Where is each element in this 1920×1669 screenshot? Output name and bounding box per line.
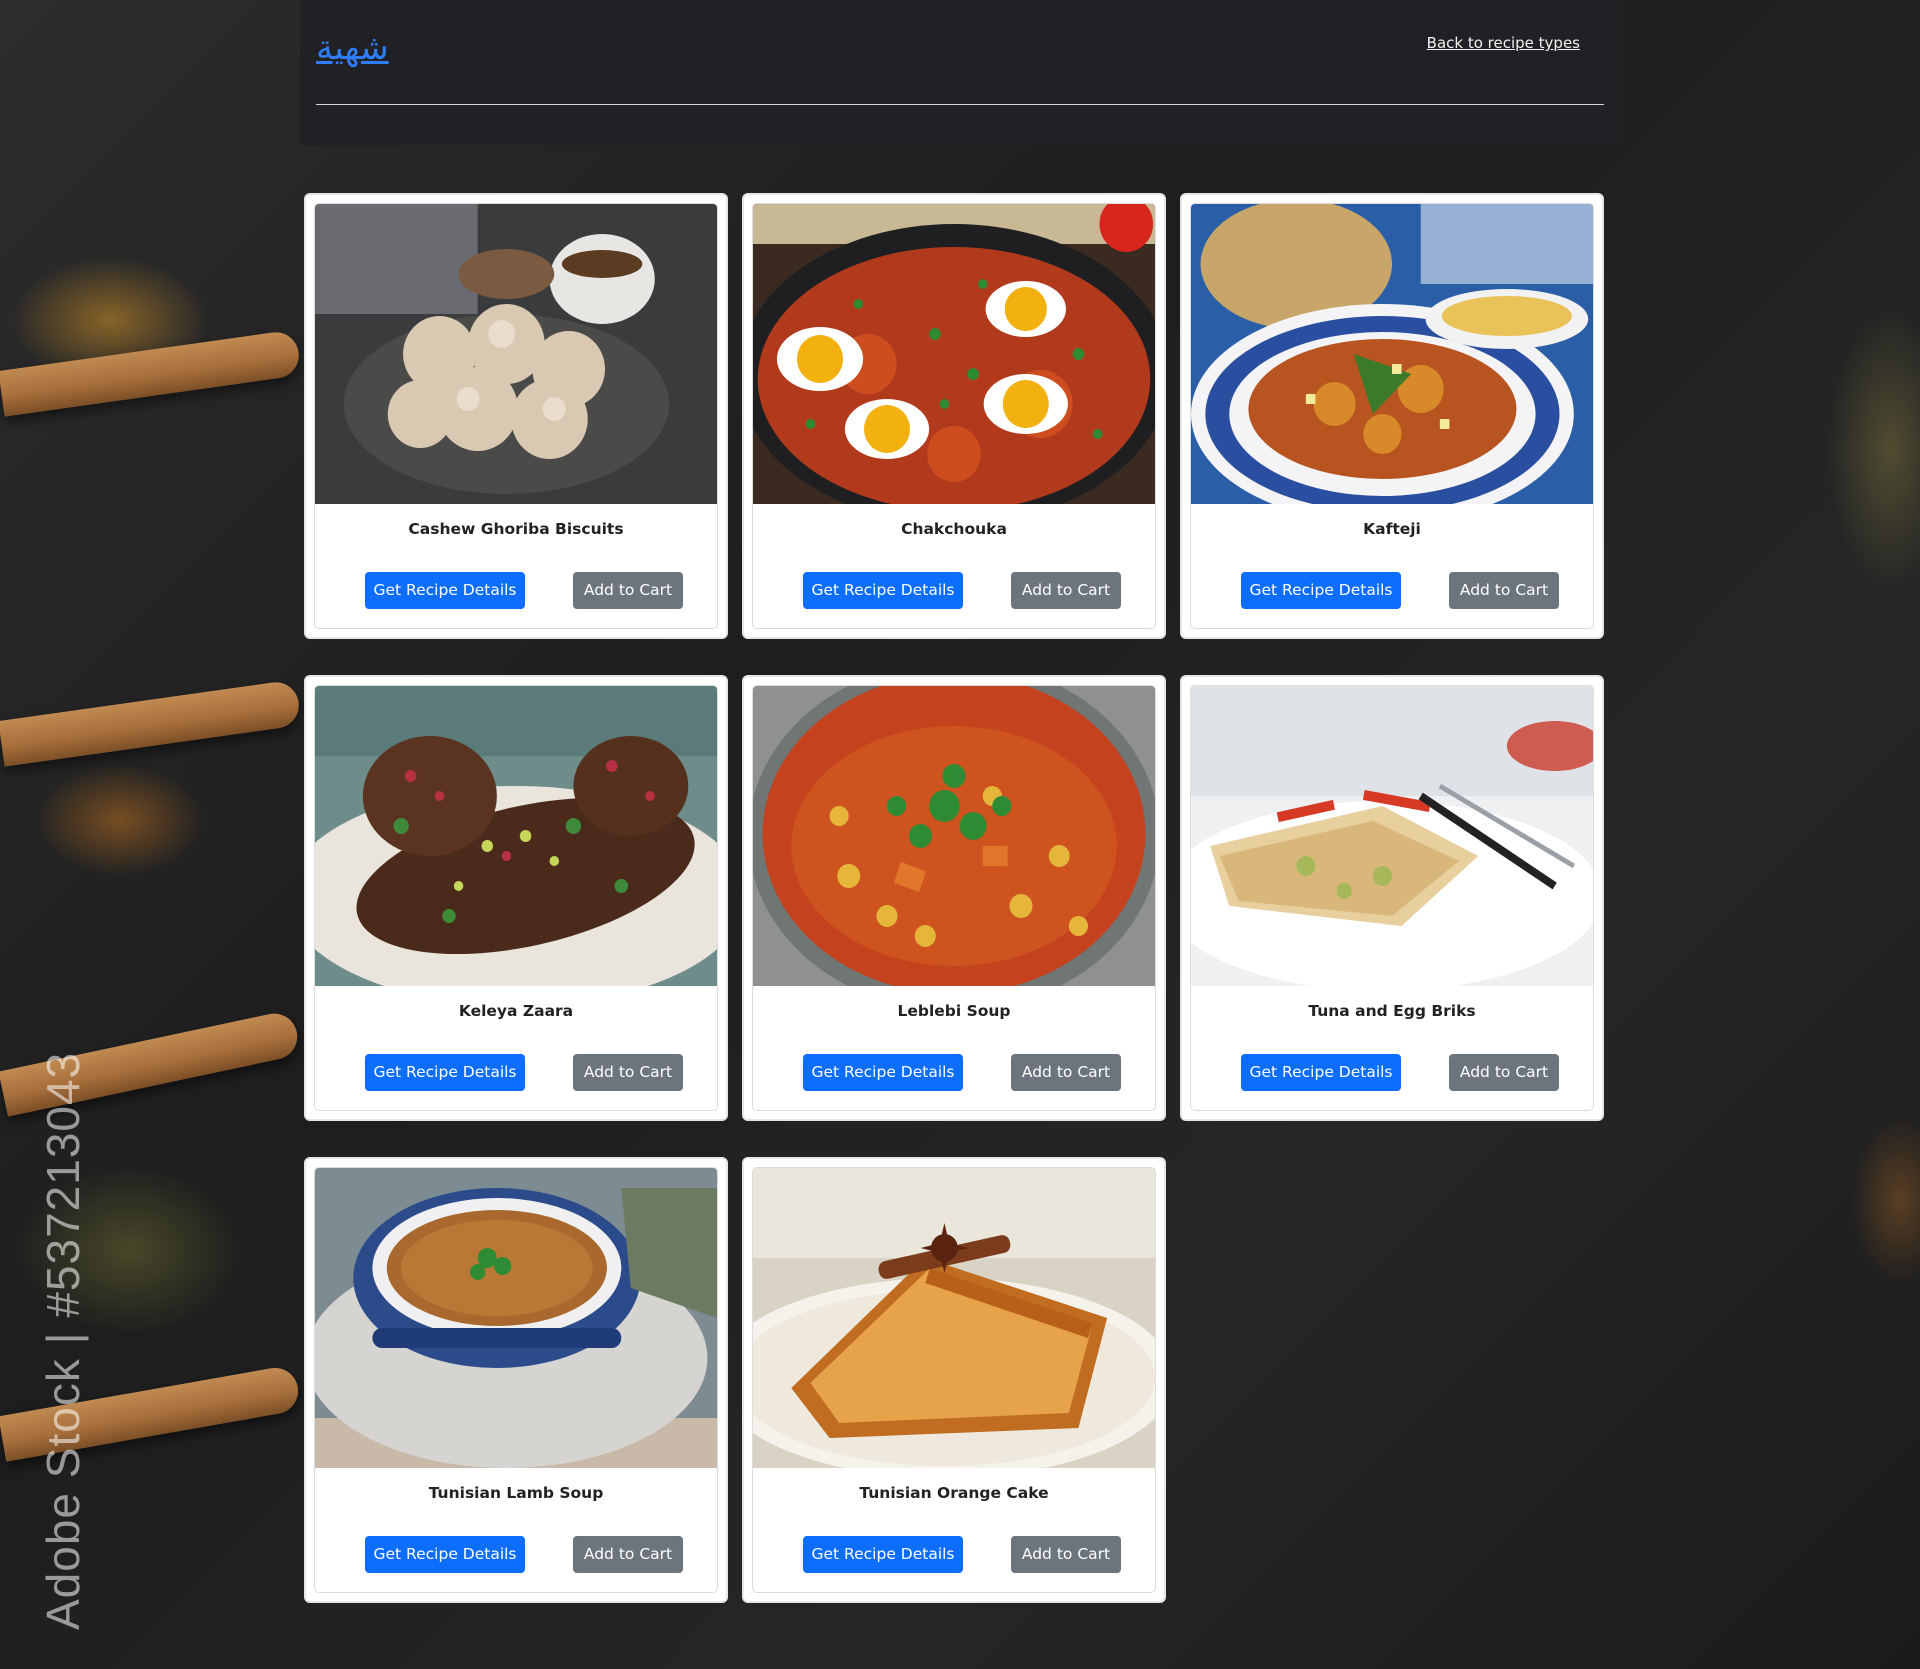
recipe-title: Kafteji — [1363, 520, 1421, 538]
recipe-card-body: Chakchouka Get Recipe Details Add to Car… — [752, 203, 1156, 629]
get-recipe-details-button[interactable]: Get Recipe Details — [365, 572, 525, 609]
recipe-title: Tuna and Egg Briks — [1308, 1002, 1476, 1020]
recipe-card-body: Cashew Ghoriba Biscuits Get Recipe Detai… — [314, 203, 718, 629]
recipe-card: Tunisian Orange Cake Get Recipe Details … — [742, 1157, 1166, 1603]
recipe-title: Leblebi Soup — [897, 1002, 1011, 1020]
recipe-card-body: Keleya Zaara Get Recipe Details Add to C… — [314, 685, 718, 1111]
recipe-title: Keleya Zaara — [458, 1002, 574, 1020]
header-divider — [316, 104, 1604, 105]
add-to-cart-button[interactable]: Add to Cart — [573, 572, 683, 609]
recipe-card: Cashew Ghoriba Biscuits Get Recipe Detai… — [304, 193, 728, 639]
recipe-card: Keleya Zaara Get Recipe Details Add to C… — [304, 675, 728, 1121]
recipe-card-body: Tuna and Egg Briks Get Recipe Details Ad… — [1190, 685, 1594, 1111]
add-to-cart-button[interactable]: Add to Cart — [1011, 572, 1121, 609]
recipe-image — [315, 686, 717, 986]
recipe-image — [1191, 686, 1593, 986]
recipe-image — [753, 686, 1155, 986]
recipe-image — [1191, 204, 1593, 504]
site-header: شهية Back to recipe types — [300, 0, 1620, 145]
recipe-card: Tuna and Egg Briks Get Recipe Details Ad… — [1180, 675, 1604, 1121]
get-recipe-details-button[interactable]: Get Recipe Details — [1241, 572, 1401, 609]
recipe-title: Tunisian Orange Cake — [859, 1484, 1049, 1502]
add-to-cart-button[interactable]: Add to Cart — [573, 1536, 683, 1573]
wooden-spoon-decoration — [0, 329, 302, 417]
recipe-card-body: Tunisian Lamb Soup Get Recipe Details Ad… — [314, 1167, 718, 1593]
recipe-image — [315, 204, 717, 504]
recipe-card: Kafteji Get Recipe Details Add to Cart — [1180, 193, 1604, 639]
add-to-cart-button[interactable]: Add to Cart — [1449, 572, 1559, 609]
brand-home-link[interactable]: شهية — [316, 28, 389, 68]
recipe-title: Chakchouka — [901, 520, 1007, 538]
stock-watermark: Adobe Stock | #537213043 — [37, 1051, 89, 1630]
add-to-cart-button[interactable]: Add to Cart — [573, 1054, 683, 1091]
recipe-card: Leblebi Soup Get Recipe Details Add to C… — [742, 675, 1166, 1121]
recipe-image — [753, 204, 1155, 504]
recipe-card-body: Leblebi Soup Get Recipe Details Add to C… — [752, 685, 1156, 1111]
recipe-image — [315, 1168, 717, 1468]
get-recipe-details-button[interactable]: Get Recipe Details — [803, 1536, 963, 1573]
add-to-cart-button[interactable]: Add to Cart — [1011, 1054, 1121, 1091]
add-to-cart-button[interactable]: Add to Cart — [1011, 1536, 1121, 1573]
recipe-title: Tunisian Lamb Soup — [428, 1484, 604, 1502]
recipe-card: Tunisian Lamb Soup Get Recipe Details Ad… — [304, 1157, 728, 1603]
add-to-cart-button[interactable]: Add to Cart — [1449, 1054, 1559, 1091]
wooden-spoon-decoration — [0, 679, 302, 767]
get-recipe-details-button[interactable]: Get Recipe Details — [803, 1054, 963, 1091]
recipe-image — [753, 1168, 1155, 1468]
get-recipe-details-button[interactable]: Get Recipe Details — [365, 1536, 525, 1573]
back-to-recipe-types-link[interactable]: Back to recipe types — [1427, 34, 1580, 52]
get-recipe-details-button[interactable]: Get Recipe Details — [803, 572, 963, 609]
get-recipe-details-button[interactable]: Get Recipe Details — [1241, 1054, 1401, 1091]
recipe-title: Cashew Ghoriba Biscuits — [408, 520, 624, 538]
recipe-card-body: Tunisian Orange Cake Get Recipe Details … — [752, 1167, 1156, 1593]
get-recipe-details-button[interactable]: Get Recipe Details — [365, 1054, 525, 1091]
recipe-card-body: Kafteji Get Recipe Details Add to Cart — [1190, 203, 1594, 629]
recipe-card: Chakchouka Get Recipe Details Add to Car… — [742, 193, 1166, 639]
